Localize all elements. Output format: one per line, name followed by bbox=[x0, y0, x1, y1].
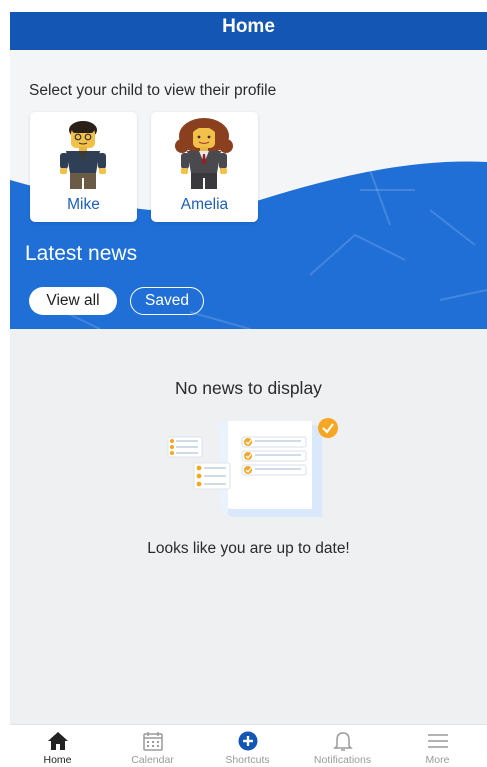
hero-section: Select your child to view their profile bbox=[10, 50, 487, 329]
tab-more[interactable]: More bbox=[390, 725, 485, 767]
tab-calendar-label: Calendar bbox=[131, 754, 174, 766]
tab-notifications-label: Notifications bbox=[313, 754, 372, 766]
checklist-illustration-icon bbox=[167, 418, 338, 517]
app-header: Home bbox=[10, 12, 487, 50]
select-child-prompt: Select your child to view their profile bbox=[29, 82, 277, 99]
tab-more-label: More bbox=[425, 754, 450, 766]
calendar-icon bbox=[142, 732, 163, 751]
empty-state-title: No news to display bbox=[175, 378, 322, 398]
home-icon bbox=[47, 732, 68, 750]
app-screen: Home Select your child to view their pro… bbox=[10, 12, 487, 767]
bottom-tab-bar: Home Calendar Shortcuts Notifications Mo… bbox=[10, 724, 487, 767]
empty-state-subtitle: Looks like you are up to date! bbox=[147, 540, 350, 557]
bell-icon bbox=[332, 732, 353, 751]
child-card-mike[interactable]: Mike bbox=[30, 112, 137, 222]
child-name-amelia: Amelia bbox=[180, 196, 229, 213]
tab-shortcuts-label: Shortcuts bbox=[225, 754, 270, 766]
menu-icon bbox=[427, 734, 448, 748]
tab-home-label: Home bbox=[43, 754, 72, 766]
lego-figure-boy-icon bbox=[60, 121, 106, 189]
tab-shortcuts[interactable]: Shortcuts bbox=[200, 725, 295, 767]
plus-circle-icon bbox=[238, 731, 257, 751]
latest-news-heading: Latest news bbox=[25, 242, 138, 265]
news-empty-state: No news to display Looks like you are up… bbox=[10, 329, 487, 724]
tab-calendar[interactable]: Calendar bbox=[105, 725, 200, 767]
view-all-button[interactable]: View all bbox=[29, 287, 117, 315]
saved-button[interactable]: Saved bbox=[130, 287, 204, 315]
tab-home[interactable]: Home bbox=[10, 725, 105, 767]
lego-figure-girl-icon bbox=[175, 118, 233, 189]
page-title: Home bbox=[222, 16, 275, 37]
tab-notifications[interactable]: Notifications bbox=[295, 725, 390, 767]
child-name-mike: Mike bbox=[67, 196, 100, 213]
child-card-amelia[interactable]: Amelia bbox=[151, 112, 258, 222]
